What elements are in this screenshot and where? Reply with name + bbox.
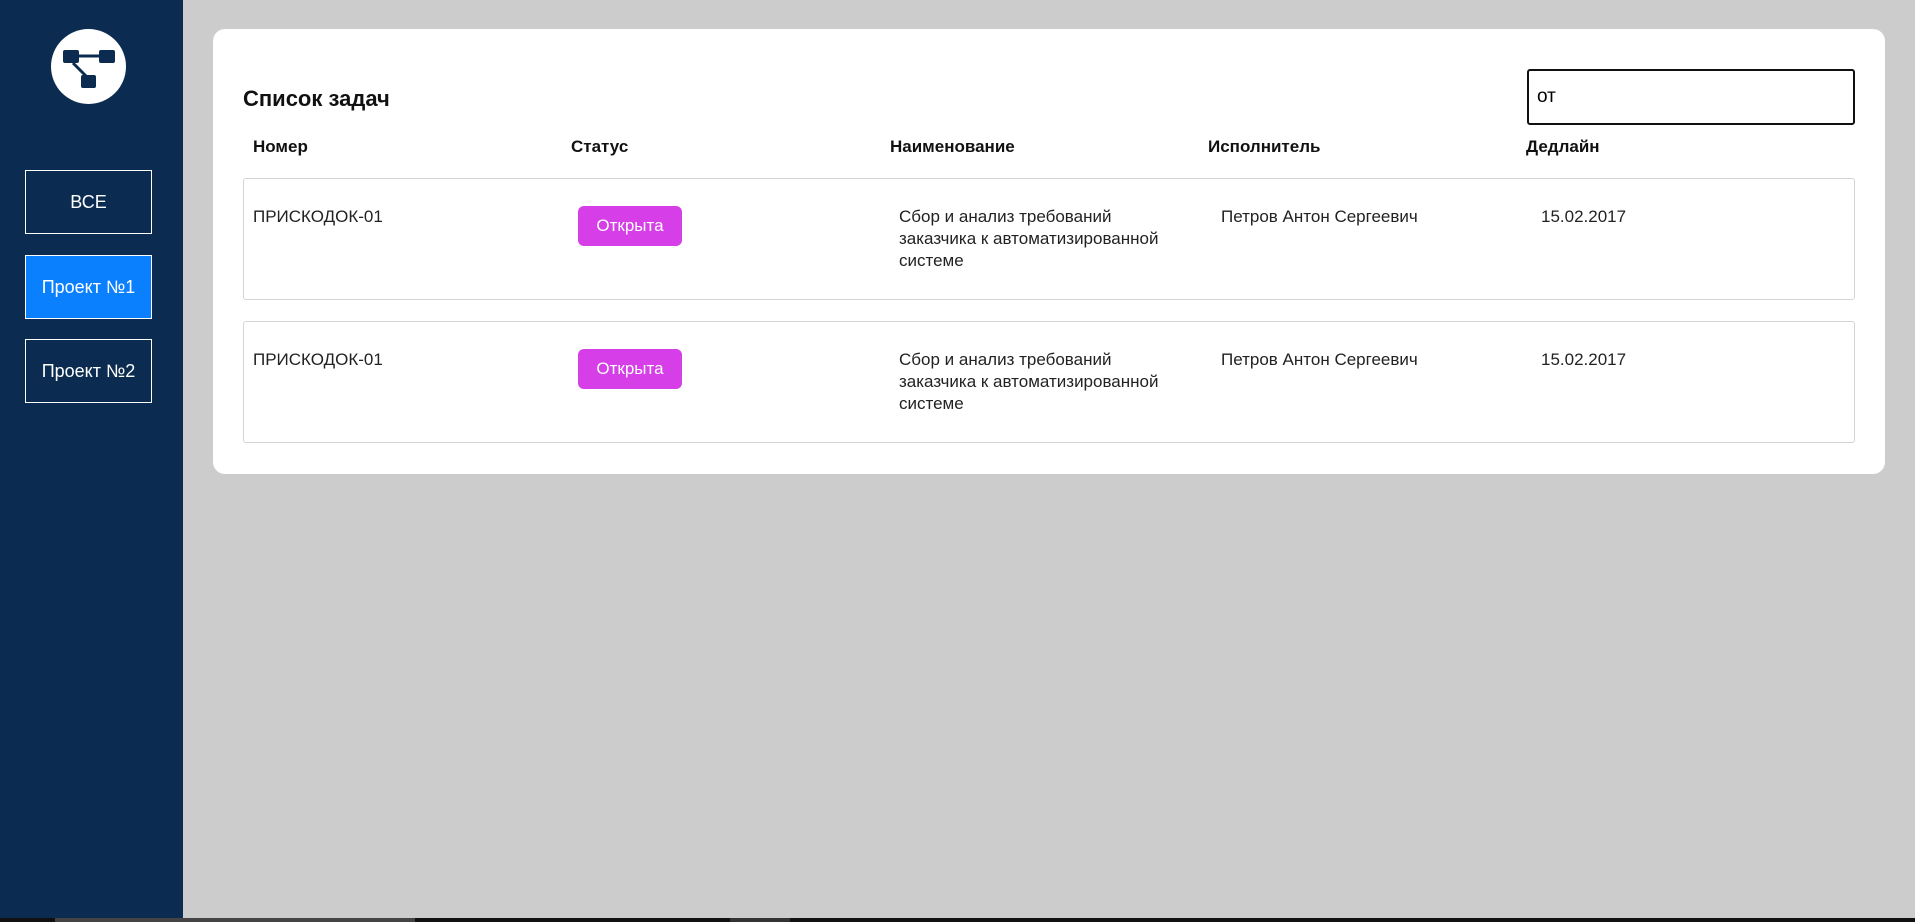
- task-deadline: 15.02.2017: [1541, 350, 1627, 369]
- task-name: Сбор и анализ требований заказчика к авт…: [899, 207, 1159, 270]
- task-executor: Петров Антон Сергеевич: [1221, 350, 1418, 369]
- task-name: Сбор и анализ требований заказчика к авт…: [899, 350, 1159, 413]
- sidebar: ВСЕ Проект №1 Проект №2: [0, 0, 183, 918]
- task-list-card: Список задач Номер Статус Наименование И…: [213, 29, 1885, 474]
- task-executor: Петров Антон Сергеевич: [1221, 207, 1418, 226]
- column-header-executor[interactable]: Исполнитель: [1208, 137, 1320, 157]
- taskbar-segment: [730, 918, 790, 922]
- taskbar-strip: [0, 918, 1915, 922]
- sidebar-item-all[interactable]: ВСЕ: [25, 170, 152, 234]
- status-badge[interactable]: Открыта: [578, 349, 682, 389]
- column-header-number[interactable]: Номер: [253, 137, 308, 157]
- task-number: ПРИСКОДОК-01: [253, 207, 383, 226]
- hierarchy-icon: [63, 50, 115, 88]
- task-deadline: 15.02.2017: [1541, 207, 1627, 226]
- table-row[interactable]: ПРИСКОДОК-01 Открыта Сбор и анализ требо…: [243, 178, 1855, 300]
- column-header-deadline[interactable]: Дедлайн: [1526, 137, 1600, 157]
- taskbar-segment: [55, 918, 415, 922]
- column-header-name[interactable]: Наименование: [890, 137, 1015, 157]
- logo[interactable]: [51, 29, 126, 104]
- search-input[interactable]: [1527, 69, 1855, 125]
- column-header-status[interactable]: Статус: [571, 137, 628, 157]
- table-row[interactable]: ПРИСКОДОК-01 Открыта Сбор и анализ требо…: [243, 321, 1855, 443]
- page-title: Список задач: [243, 86, 390, 111]
- sidebar-item-project-1[interactable]: Проект №1: [25, 255, 152, 319]
- task-number: ПРИСКОДОК-01: [253, 350, 383, 369]
- status-badge[interactable]: Открыта: [578, 206, 682, 246]
- sidebar-item-project-2[interactable]: Проект №2: [25, 339, 152, 403]
